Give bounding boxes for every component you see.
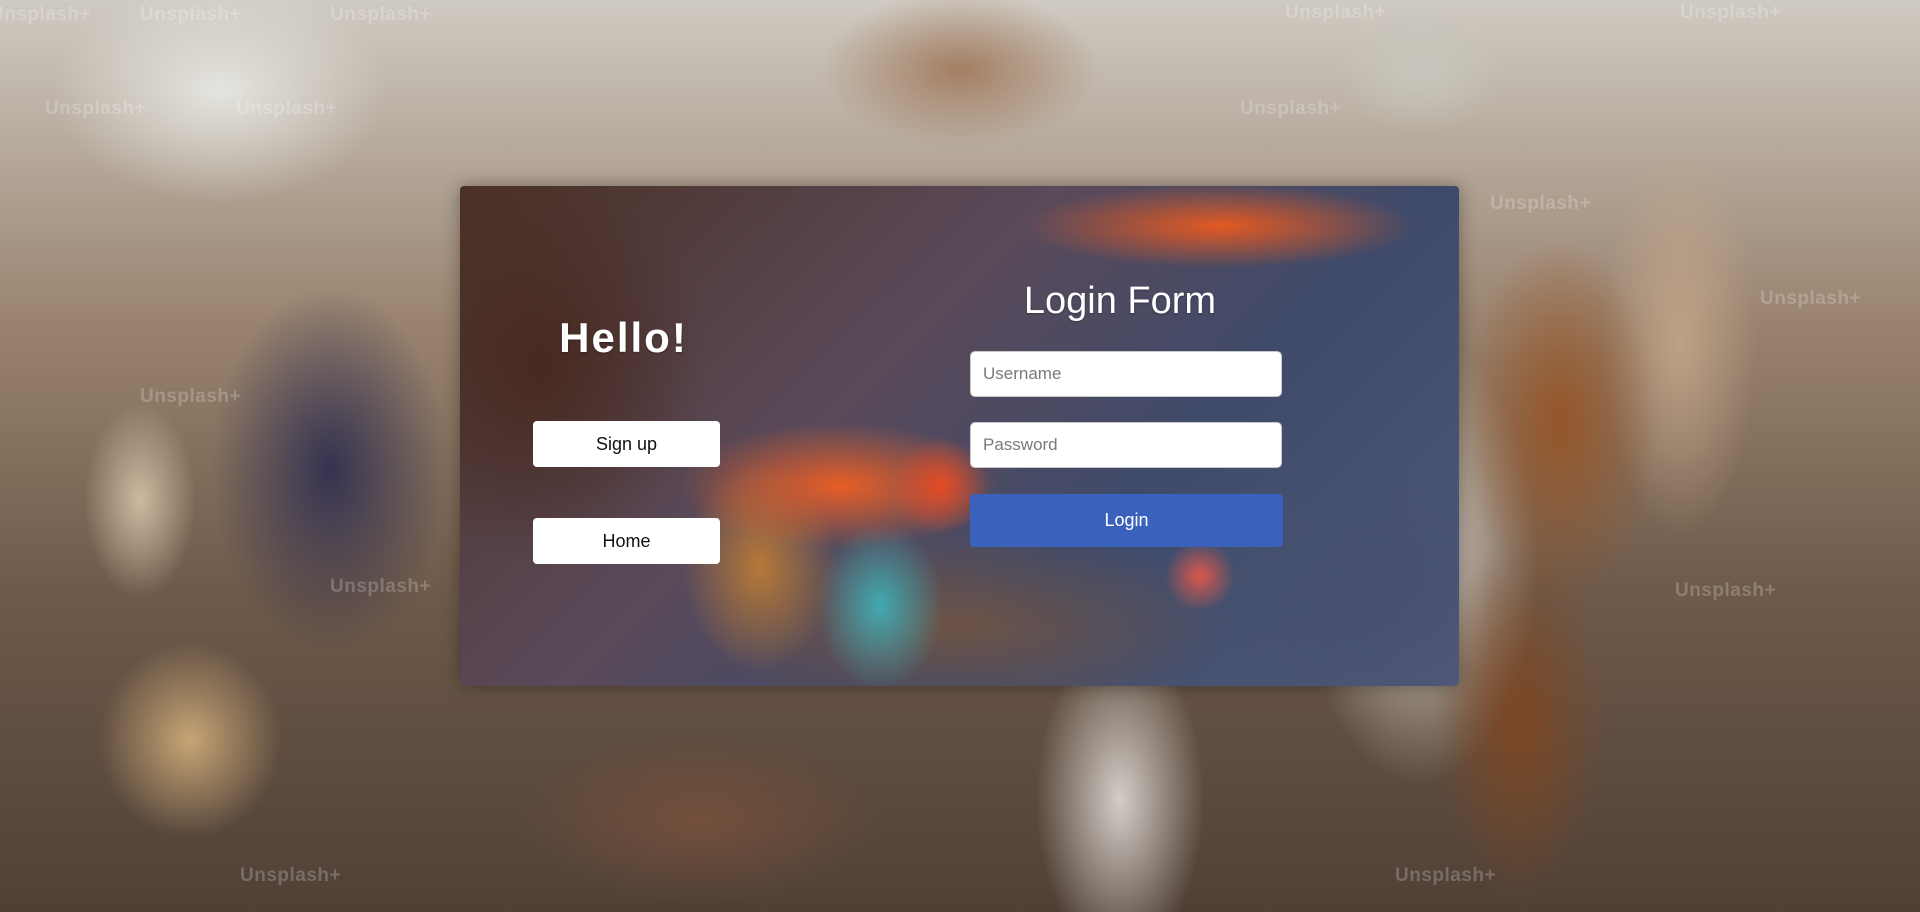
watermark: Unsplash+ xyxy=(1240,98,1342,119)
watermark: Unsplash+ xyxy=(1285,2,1387,23)
login-card: Hello! Sign up Home Login Form Login xyxy=(460,186,1459,686)
watermark: Unsplash+ xyxy=(1675,580,1777,601)
watermark: Unsplash+ xyxy=(1680,2,1782,23)
watermark: Unsplash+ xyxy=(330,576,432,597)
watermark: Unsplash+ xyxy=(1760,288,1862,309)
watermark: Unsplash+ xyxy=(140,4,242,25)
greeting-heading: Hello! xyxy=(559,314,688,361)
watermark: Unsplash+ xyxy=(140,386,242,407)
watermark: Unsplash+ xyxy=(330,4,432,25)
signup-button[interactable]: Sign up xyxy=(533,421,720,467)
watermark: Unsplash+ xyxy=(240,865,342,886)
watermark: Unsplash+ xyxy=(45,98,147,119)
watermark: Unsplash+ xyxy=(236,98,338,119)
form-title: Login Form xyxy=(1023,280,1217,322)
watermark: Unsplash+ xyxy=(1395,865,1497,886)
username-input[interactable] xyxy=(970,351,1282,397)
watermark: Unsplash+ xyxy=(0,4,92,25)
home-button[interactable]: Home xyxy=(533,518,720,564)
watermark: Unsplash+ xyxy=(1490,193,1592,214)
password-input[interactable] xyxy=(970,422,1282,468)
login-button[interactable]: Login xyxy=(970,494,1283,547)
